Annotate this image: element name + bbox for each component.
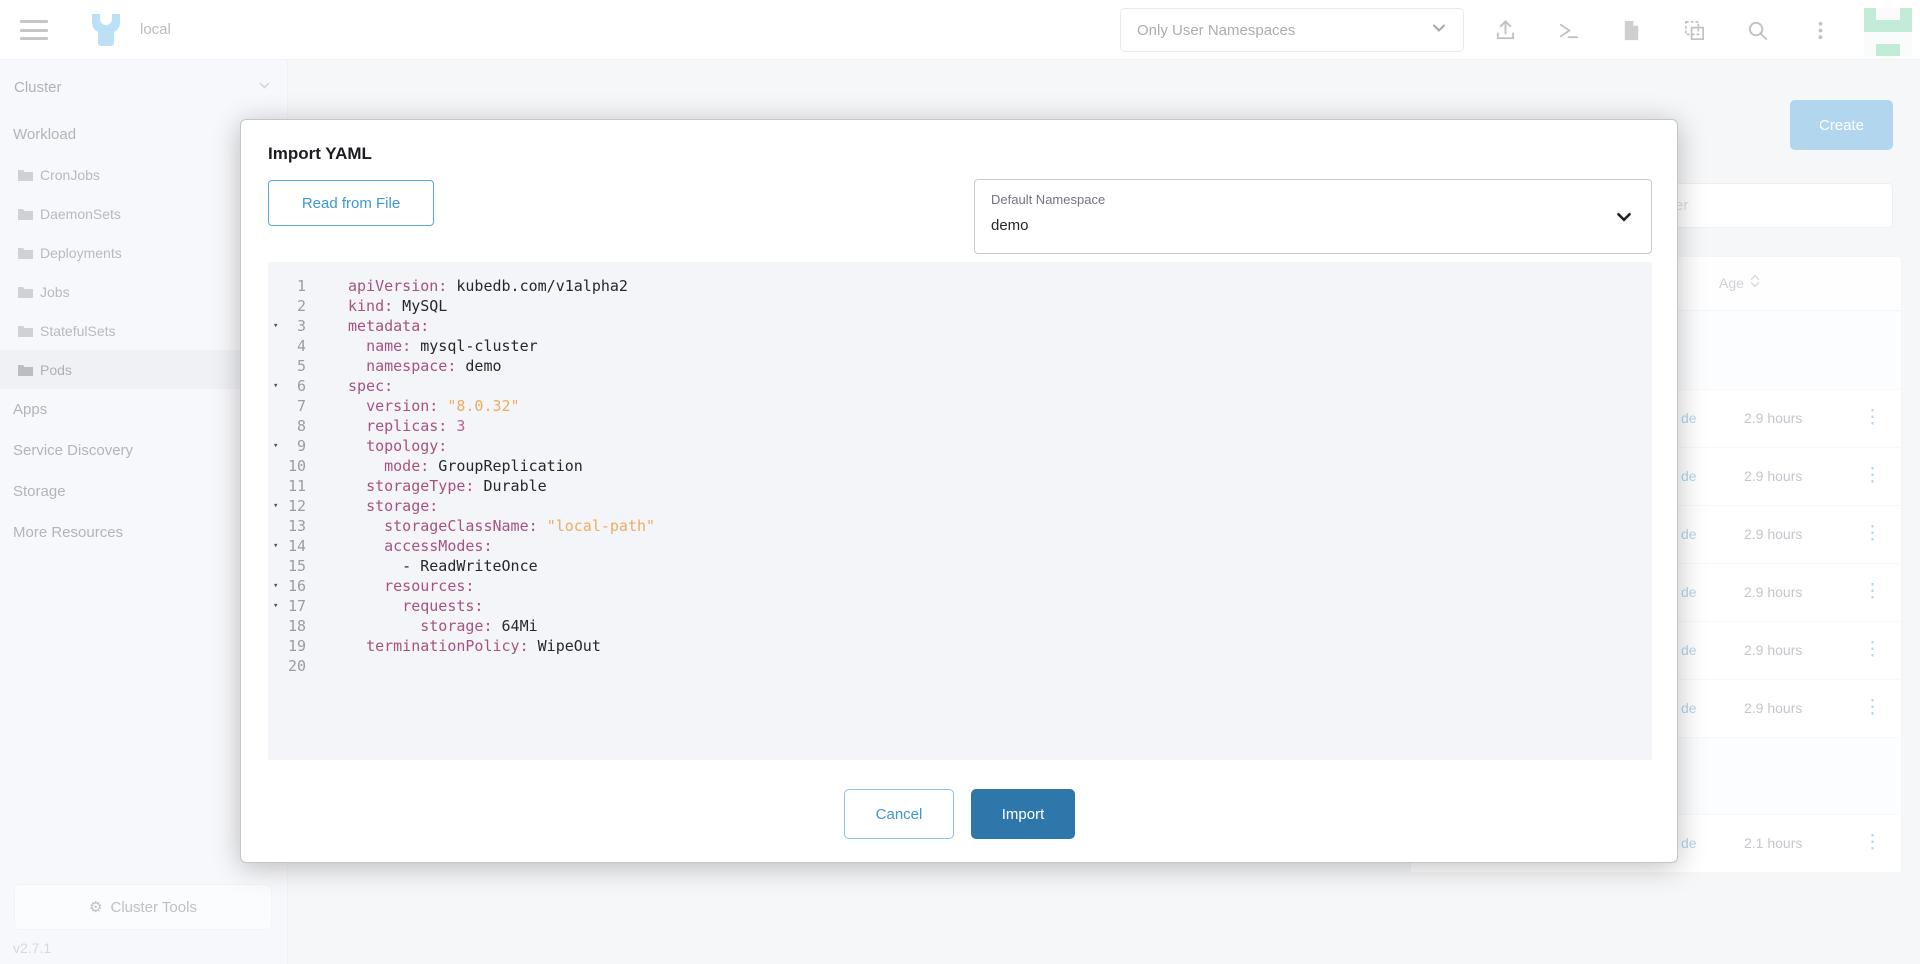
line-number: 17 xyxy=(282,596,306,616)
code-text: replicas: 3 xyxy=(348,416,465,436)
cancel-button[interactable]: Cancel xyxy=(844,789,954,839)
code-line: 2 kind: MySQL xyxy=(268,296,1652,316)
code-line: 7 version: "8.0.32" xyxy=(268,396,1652,416)
fold-spacer xyxy=(268,276,282,296)
default-namespace-value: demo xyxy=(991,217,1029,234)
line-number: 12 xyxy=(282,496,306,516)
code-line: 15 - ReadWriteOnce xyxy=(268,556,1652,576)
yaml-editor-lines: 1 apiVersion: kubedb.com/v1alpha2 2 kind: M… xyxy=(268,276,1652,676)
code-line: 4 name: mysql-cluster xyxy=(268,336,1652,356)
default-namespace-dropdown[interactable]: Default Namespace demo xyxy=(974,179,1652,254)
import-button[interactable]: Import xyxy=(971,789,1075,839)
code-text: accessModes: xyxy=(348,536,493,556)
line-number: 5 xyxy=(282,356,306,376)
fold-arrow-icon[interactable]: ▾ xyxy=(268,376,282,396)
line-number: 6 xyxy=(282,376,306,396)
fold-arrow-icon[interactable]: ▾ xyxy=(268,576,282,596)
code-text: topology: xyxy=(348,436,447,456)
chevron-down-icon xyxy=(1615,208,1633,231)
code-line: ▾3 metadata: xyxy=(268,316,1652,336)
code-line: 18 storage: 64Mi xyxy=(268,616,1652,636)
code-line: 8 replicas: 3 xyxy=(268,416,1652,436)
line-number: 20 xyxy=(282,656,306,676)
fold-arrow-icon[interactable]: ▾ xyxy=(268,536,282,556)
code-text: kind: MySQL xyxy=(348,296,447,316)
default-namespace-label: Default Namespace xyxy=(991,192,1105,207)
code-text: requests: xyxy=(348,596,483,616)
code-line: 5 namespace: demo xyxy=(268,356,1652,376)
code-text: apiVersion: kubedb.com/v1alpha2 xyxy=(348,276,628,296)
fold-spacer xyxy=(268,616,282,636)
code-text: storage: xyxy=(348,496,438,516)
code-line: 11 storageType: Durable xyxy=(268,476,1652,496)
code-text: - ReadWriteOnce xyxy=(348,556,538,576)
code-line: 1 apiVersion: kubedb.com/v1alpha2 xyxy=(268,276,1652,296)
code-text: resources: xyxy=(348,576,474,596)
yaml-editor[interactable]: 1 apiVersion: kubedb.com/v1alpha2 2 kind: M… xyxy=(268,262,1652,760)
code-text: spec: xyxy=(348,376,393,396)
fold-arrow-icon[interactable]: ▾ xyxy=(268,596,282,616)
code-line: 13 storageClassName: "local-path" xyxy=(268,516,1652,536)
fold-spacer xyxy=(268,476,282,496)
code-text: storageType: Durable xyxy=(348,476,547,496)
code-line: ▾6 spec: xyxy=(268,376,1652,396)
code-line: 10 mode: GroupReplication xyxy=(268,456,1652,476)
fold-arrow-icon[interactable]: ▾ xyxy=(268,316,282,336)
code-text: version: "8.0.32" xyxy=(348,396,520,416)
fold-spacer xyxy=(268,336,282,356)
line-number: 2 xyxy=(282,296,306,316)
fold-spacer xyxy=(268,356,282,376)
fold-spacer xyxy=(268,396,282,416)
line-number: 3 xyxy=(282,316,306,336)
line-number: 18 xyxy=(282,616,306,636)
line-number: 11 xyxy=(282,476,306,496)
code-text: storage: 64Mi xyxy=(348,616,538,636)
fold-spacer xyxy=(268,656,282,676)
fold-spacer xyxy=(268,636,282,656)
line-number: 10 xyxy=(282,456,306,476)
code-line: 20 xyxy=(268,656,1652,676)
code-line: ▾14 accessModes: xyxy=(268,536,1652,556)
line-number: 8 xyxy=(282,416,306,436)
code-text: mode: GroupReplication xyxy=(348,456,583,476)
fold-spacer xyxy=(268,416,282,436)
read-from-file-button[interactable]: Read from File xyxy=(268,180,434,226)
fold-spacer xyxy=(268,516,282,536)
fold-spacer xyxy=(268,556,282,576)
line-number: 15 xyxy=(282,556,306,576)
line-number: 9 xyxy=(282,436,306,456)
code-text: metadata: xyxy=(348,316,429,336)
line-number: 16 xyxy=(282,576,306,596)
line-number: 13 xyxy=(282,516,306,536)
fold-spacer xyxy=(268,456,282,476)
line-number: 19 xyxy=(282,636,306,656)
app-root: local Only User Namespaces xyxy=(0,0,1920,964)
code-text: name: mysql-cluster xyxy=(348,336,538,356)
modal-title: Import YAML xyxy=(268,144,372,164)
import-yaml-modal: Import YAML Read from File Default Names… xyxy=(240,119,1678,863)
code-line: ▾16 resources: xyxy=(268,576,1652,596)
fold-arrow-icon[interactable]: ▾ xyxy=(268,496,282,516)
line-number: 1 xyxy=(282,276,306,296)
code-line: ▾12 storage: xyxy=(268,496,1652,516)
code-text: namespace: demo xyxy=(348,356,502,376)
code-line: ▾17 requests: xyxy=(268,596,1652,616)
fold-spacer xyxy=(268,296,282,316)
code-line: ▾9 topology: xyxy=(268,436,1652,456)
line-number: 4 xyxy=(282,336,306,356)
line-number: 14 xyxy=(282,536,306,556)
fold-arrow-icon[interactable]: ▾ xyxy=(268,436,282,456)
line-number: 7 xyxy=(282,396,306,416)
code-text: storageClassName: "local-path" xyxy=(348,516,655,536)
code-line: 19 terminationPolicy: WipeOut xyxy=(268,636,1652,656)
code-text: terminationPolicy: WipeOut xyxy=(348,636,601,656)
